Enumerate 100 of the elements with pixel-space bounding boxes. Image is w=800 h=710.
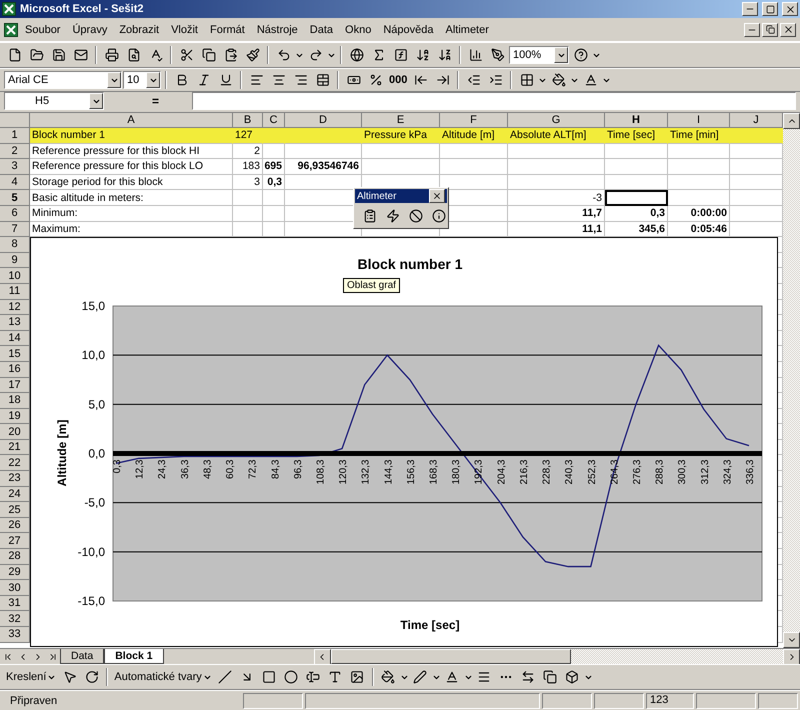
row-header[interactable]: 19 bbox=[0, 408, 30, 424]
column-header[interactable]: J bbox=[730, 113, 783, 128]
row-header[interactable]: 28 bbox=[0, 549, 30, 565]
row-header[interactable]: 33 bbox=[0, 627, 30, 643]
autoshapes-button[interactable]: Automatické tvary bbox=[112, 667, 214, 687]
draw-menu-button[interactable]: Kreslení bbox=[4, 667, 58, 687]
dropdown-button[interactable] bbox=[554, 47, 568, 63]
row-header[interactable]: 15 bbox=[0, 346, 30, 362]
row-header[interactable]: 9 bbox=[0, 252, 30, 268]
row-header[interactable]: 29 bbox=[0, 564, 30, 580]
dropdown-button[interactable] bbox=[89, 93, 103, 109]
sheet-tab[interactable]: Data bbox=[60, 649, 104, 664]
scroll-right-button[interactable] bbox=[783, 649, 800, 665]
name-box[interactable]: H5 bbox=[4, 92, 104, 110]
row-header[interactable]: 24 bbox=[0, 486, 30, 502]
column-header[interactable]: D bbox=[285, 113, 362, 128]
row-header[interactable]: 18 bbox=[0, 393, 30, 409]
minimize-button[interactable] bbox=[744, 22, 760, 36]
row-header[interactable]: 17 bbox=[0, 378, 30, 394]
menu-item[interactable]: Nápověda bbox=[378, 22, 438, 38]
row-header[interactable]: 4 bbox=[0, 174, 30, 190]
row-header[interactable]: 16 bbox=[0, 362, 30, 378]
axis-tick-label: 144,3 bbox=[383, 460, 394, 485]
row-header[interactable]: 30 bbox=[0, 580, 30, 596]
row-header[interactable]: 11 bbox=[0, 284, 30, 300]
font-select[interactable]: Arial CE bbox=[4, 71, 122, 89]
column-header[interactable]: A bbox=[30, 113, 233, 128]
row-header[interactable]: 5 bbox=[0, 190, 30, 206]
row-header[interactable]: 14 bbox=[0, 330, 30, 346]
menu-item[interactable]: Okno bbox=[340, 22, 376, 38]
row-header[interactable]: 1 bbox=[0, 128, 30, 144]
restore-button[interactable] bbox=[762, 22, 778, 36]
row-header[interactable]: 2 bbox=[0, 144, 30, 160]
row-header[interactable]: 31 bbox=[0, 596, 30, 612]
formula-field[interactable] bbox=[192, 92, 796, 110]
save-icon bbox=[52, 48, 66, 62]
axis-tick-label: 60,3 bbox=[225, 460, 236, 480]
plot-area[interactable] bbox=[112, 306, 762, 602]
menu-item[interactable]: Vložit bbox=[166, 22, 203, 38]
menu-item[interactable]: Formát bbox=[204, 22, 250, 38]
row-header[interactable]: 20 bbox=[0, 424, 30, 440]
status-panel bbox=[696, 692, 756, 708]
row-header[interactable]: 13 bbox=[0, 315, 30, 331]
menu-item[interactable]: Nástroje bbox=[252, 22, 303, 38]
status-panel bbox=[594, 692, 644, 708]
thousands-button[interactable]: 000 bbox=[387, 70, 410, 90]
column-header[interactable]: B bbox=[233, 113, 263, 128]
row-header[interactable]: 21 bbox=[0, 440, 30, 456]
row-header[interactable]: 23 bbox=[0, 471, 30, 487]
row-header[interactable]: 32 bbox=[0, 611, 30, 627]
column-header[interactable]: I bbox=[668, 113, 730, 128]
vertical-scrollbar[interactable] bbox=[783, 113, 800, 648]
axis-tick-label: 12,3 bbox=[134, 460, 146, 480]
line-style-icon bbox=[477, 670, 492, 684]
menu-item[interactable]: Data bbox=[304, 22, 338, 38]
horizontal-scrollbar[interactable] bbox=[314, 649, 800, 664]
close-button[interactable] bbox=[780, 22, 796, 36]
dropdown-button[interactable] bbox=[146, 72, 160, 88]
zoom-select[interactable]: 100% bbox=[509, 46, 569, 64]
row-header[interactable]: 6 bbox=[0, 206, 30, 222]
column-header[interactable]: E bbox=[362, 113, 440, 128]
select-all-button[interactable] bbox=[0, 113, 30, 128]
row-header[interactable]: 26 bbox=[0, 518, 30, 534]
axis-tick-label: 312,3 bbox=[700, 460, 711, 485]
scroll-left-button[interactable] bbox=[314, 649, 331, 665]
menu-item[interactable]: Zobrazit bbox=[114, 22, 164, 38]
column-header[interactable]: G bbox=[508, 113, 605, 128]
column-header[interactable]: C bbox=[263, 113, 285, 128]
font-size-select[interactable]: 10 bbox=[123, 71, 161, 89]
sheet-tab[interactable]: Block 1 bbox=[104, 649, 164, 664]
scroll-up-button[interactable] bbox=[783, 113, 800, 129]
maximize-button[interactable] bbox=[762, 2, 778, 16]
axis-tick-label: 48,3 bbox=[202, 460, 214, 480]
menu-item[interactable]: Soubor bbox=[20, 22, 66, 38]
status-panel bbox=[243, 692, 303, 708]
row-header[interactable]: 8 bbox=[0, 237, 30, 253]
column-header[interactable]: H bbox=[605, 113, 668, 128]
scroll-down-button[interactable] bbox=[783, 632, 800, 648]
equals-button[interactable]: = bbox=[108, 92, 188, 110]
scroll-thumb[interactable] bbox=[330, 649, 571, 664]
open-folder-icon bbox=[30, 48, 44, 62]
dropdown-button[interactable] bbox=[107, 72, 121, 88]
row-header[interactable]: 22 bbox=[0, 455, 30, 472]
print-icon bbox=[104, 48, 118, 62]
minimize-button[interactable] bbox=[742, 2, 758, 16]
row-header[interactable]: 25 bbox=[0, 502, 30, 518]
row-header[interactable]: 12 bbox=[0, 300, 30, 316]
row-header[interactable]: 3 bbox=[0, 159, 30, 175]
letter-icon bbox=[328, 670, 342, 684]
menu-item[interactable]: Úpravy bbox=[67, 22, 112, 38]
active-cell[interactable] bbox=[605, 190, 668, 206]
close-button[interactable] bbox=[782, 2, 798, 16]
row-header[interactable]: 10 bbox=[0, 268, 30, 284]
row-header[interactable]: 7 bbox=[0, 222, 30, 238]
row-header[interactable]: 27 bbox=[0, 533, 30, 550]
column-header[interactable]: F bbox=[440, 113, 508, 128]
close-button[interactable] bbox=[429, 189, 445, 203]
axis-tick-label: 180,3 bbox=[451, 460, 462, 485]
menu-item[interactable]: Altimeter bbox=[440, 22, 494, 38]
ellipse-icon bbox=[284, 670, 298, 684]
